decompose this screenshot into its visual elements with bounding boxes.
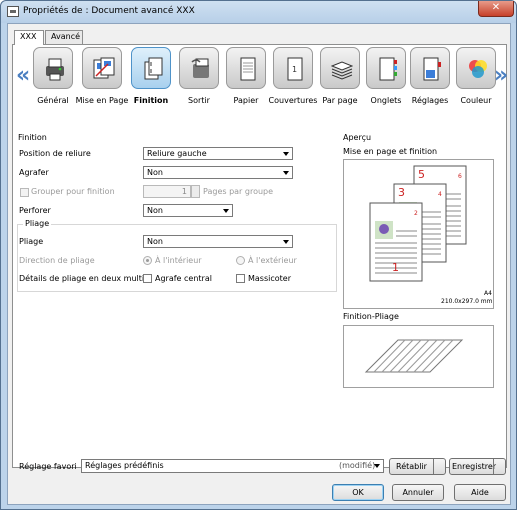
chevron-down-icon (283, 152, 289, 156)
category-couleur[interactable]: Couleur (453, 47, 499, 111)
category-mise-en-page[interactable]: Mise en Page (76, 47, 128, 111)
chevron-down-icon (374, 464, 380, 468)
fold-inside-radio[interactable] (143, 256, 152, 265)
preview-page-badge: 4 (438, 191, 442, 198)
output-tray-icon (179, 47, 219, 89)
group-finishing-label: Grouper pour finition (31, 187, 115, 196)
printer-icon (33, 47, 73, 89)
pages-per-group-label: Pages par groupe (203, 187, 274, 196)
favorite-setting-value: Réglages prédéfinis (85, 461, 164, 470)
staple-label: Agrafer (19, 168, 49, 177)
cover-icon: 1 (273, 47, 313, 89)
tab-avance[interactable]: Avancé (45, 30, 83, 44)
fold-inside-label: À l'intérieur (155, 256, 202, 265)
save-menu-chevron[interactable] (493, 459, 505, 474)
restore-button[interactable]: Rétablir (389, 458, 446, 475)
binding-position-select[interactable]: Reliure gauche (143, 147, 293, 160)
save-button[interactable]: Enregistrer (449, 458, 506, 475)
printer-app-icon (7, 6, 19, 17)
center-staple-label: Agrafe central (155, 274, 212, 283)
favorite-modified-label: (modifié) (339, 461, 376, 470)
paper-size-label: A4 (484, 290, 492, 297)
pages-per-group-spinner[interactable] (191, 185, 200, 198)
layout-icon (82, 47, 122, 89)
paper-dimensions-label: 210.0x297.0 mm (441, 298, 493, 305)
fold-select[interactable]: Non (143, 235, 293, 248)
fold-label: Pliage (19, 237, 44, 246)
trim-checkbox[interactable] (236, 274, 245, 283)
chevron-down-icon (283, 240, 289, 244)
staple-select[interactable]: Non (143, 166, 293, 179)
punch-value: Non (147, 206, 163, 215)
preview-section-title: Aperçu (343, 133, 372, 142)
fold-outside-radio[interactable] (236, 256, 245, 265)
paper-stack-icon (320, 47, 360, 89)
preview-page-badge: 6 (458, 173, 462, 180)
save-button-label: Enregistrer (452, 462, 497, 471)
svg-text:1: 1 (292, 65, 297, 74)
restore-menu-chevron[interactable] (433, 459, 445, 474)
punch-label: Perforer (19, 206, 51, 215)
center-staple-checkbox[interactable] (143, 274, 152, 283)
trim-label: Massicoter (248, 274, 292, 283)
fold-section-title: Pliage (23, 219, 52, 228)
fold-value: Non (147, 237, 163, 246)
binding-position-value: Reliure gauche (147, 149, 207, 158)
chevron-down-icon (223, 209, 229, 213)
category-general[interactable]: Général (30, 47, 76, 111)
settings-sheets-icon (410, 47, 450, 89)
scroll-left-icon[interactable]: « (16, 63, 30, 88)
favorite-setting-label: Réglage favori (19, 462, 77, 471)
dialog-window: Propriétés de : Document avancé XXX ✕ XX… (0, 0, 517, 510)
preview-page-badge: 2 (414, 210, 418, 217)
paper-icon (226, 47, 266, 89)
tab-xxx[interactable]: XXX (14, 30, 44, 45)
chevron-down-icon (283, 171, 289, 175)
color-icon (456, 47, 496, 89)
tab-sheets-icon (366, 47, 406, 89)
ok-button[interactable]: OK (332, 484, 384, 501)
finition-section-title: Finition (18, 133, 47, 142)
category-toolbar: « Général Mise en Page Finition Sortir P… (13, 45, 508, 113)
category-finition[interactable]: Finition (128, 47, 174, 111)
finishing-icon (131, 47, 171, 89)
category-papier[interactable]: Papier (223, 47, 269, 111)
two-fold-details-label: Détails de pliage en deux multi (19, 274, 145, 283)
favorite-setting-select[interactable]: Réglages prédéfinis (modifié) (81, 459, 384, 473)
fold-preview-label: Finition-Pliage (343, 312, 399, 321)
close-button[interactable]: ✕ (478, 1, 514, 17)
title-bar: Propriétés de : Document avancé XXX ✕ (1, 1, 516, 23)
tab-panel: « Général Mise en Page Finition Sortir P… (12, 44, 508, 468)
scroll-right-icon[interactable]: » (494, 63, 508, 88)
fold-preview (343, 325, 494, 388)
binding-position-label: Position de reliure (19, 149, 91, 158)
staple-value: Non (147, 168, 163, 177)
category-sortir[interactable]: Sortir (176, 47, 222, 111)
window-title: Propriétés de : Document avancé XXX (23, 6, 195, 16)
layout-preview: 5 3 1 6 4 2 A4 210.0x297.0 mm (343, 159, 494, 309)
restore-button-label: Rétablir (396, 462, 427, 471)
preview-page-number: 1 (392, 261, 399, 274)
category-couvertures[interactable]: 1 Couvertures (269, 47, 317, 111)
page-stack-preview: 5 3 1 6 4 2 (369, 165, 467, 282)
fold-direction-label: Direction de pliage (19, 256, 95, 265)
preview-page-number: 5 (418, 168, 425, 181)
dialog-client: XXX Avancé « Général Mise en Page Finiti… (7, 23, 511, 505)
help-button[interactable]: Aide (454, 484, 506, 501)
preview-layout-label: Mise en page et finition (343, 147, 438, 156)
preview-page-number: 3 (398, 186, 405, 199)
pages-per-group-input[interactable]: 1 (143, 185, 191, 198)
group-finishing-checkbox[interactable] (20, 188, 29, 197)
cancel-button[interactable]: Annuler (392, 484, 444, 501)
fold-diagram-icon (364, 339, 464, 373)
punch-select[interactable]: Non (143, 204, 233, 217)
category-label: Couleur (460, 96, 492, 105)
fold-outside-label: À l'extérieur (248, 256, 297, 265)
